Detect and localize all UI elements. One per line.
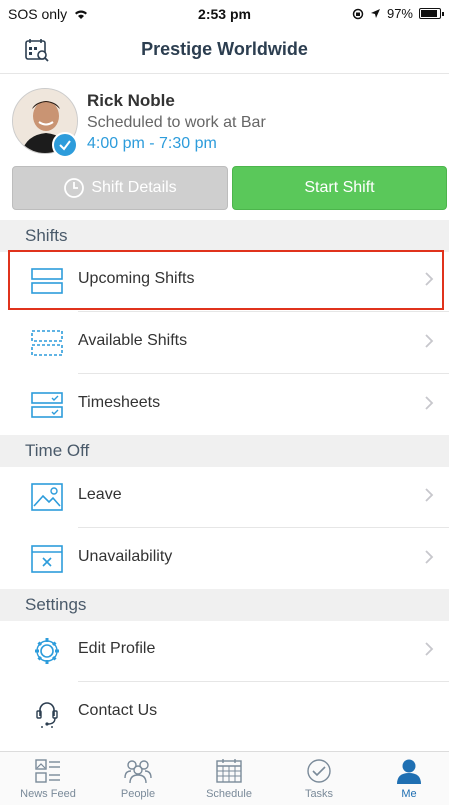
menu-item-leave[interactable]: Leave [0,466,449,528]
timesheets-icon [31,392,63,418]
tab-people[interactable]: People [93,758,183,800]
support-headset-icon [36,702,58,728]
section-title-settings: Settings [25,595,87,614]
tab-bar: News Feed People Schedule Tasks Me [0,751,449,805]
tab-label: Schedule [206,788,252,800]
location-icon [370,9,380,18]
app-header: Prestige Worldwide [0,30,449,74]
chevron-right-icon [425,488,434,502]
section-header-settings: Settings [0,589,449,621]
verified-badge-icon [52,132,78,158]
tab-schedule[interactable]: Schedule [184,758,274,800]
shift-details-label: Shift Details [91,179,177,196]
battery-icon [419,8,444,19]
people-icon [124,760,152,784]
menu-item-timesheets[interactable]: Timesheets [0,374,449,436]
menu-item-unavailability[interactable]: Unavailability [0,528,449,590]
chevron-right-icon [425,550,434,564]
section-header-time-off: Time Off [0,435,449,467]
tab-me[interactable]: Me [364,758,449,800]
menu-item-available-shifts[interactable]: Available Shifts [0,312,449,374]
menu-item-contact-us[interactable]: Contact Us [0,682,449,744]
section-header-shifts: Shifts [0,220,449,252]
tab-news-feed[interactable]: News Feed [3,758,93,800]
menu-item-label: Timesheets [78,394,161,411]
battery-percent: 97% [386,6,413,21]
chevron-right-icon [425,396,434,410]
available-shifts-icon [31,330,63,356]
menu-item-label: Leave [78,486,122,503]
start-shift-button[interactable]: Start Shift [232,166,447,210]
status-bar: SOS only 2:53 pm 97% [0,0,449,30]
section-title-shifts: Shifts [25,226,68,245]
tab-tasks[interactable]: Tasks [274,758,364,800]
shift-details-button[interactable]: Shift Details [12,166,228,210]
tab-label: News Feed [20,788,76,800]
profile-name: Rick Noble [87,91,175,110]
user-icon [397,759,421,784]
leave-icon [31,483,63,511]
tab-label: Tasks [304,788,334,800]
clock-icon [64,178,85,198]
profile-card[interactable]: Rick Noble Scheduled to work at Bar 4:00… [0,88,449,160]
shift-time: 4:00 pm - 7:30 pm [87,135,217,152]
unavailability-icon [31,545,63,573]
rotation-lock-icon [352,8,364,19]
menu-item-label: Available Shifts [78,332,188,349]
gear-icon [35,638,59,664]
menu-item-label: Edit Profile [78,640,156,657]
tab-label: People [120,788,156,800]
tab-label: Me [401,788,417,800]
start-shift-label: Start Shift [304,179,375,196]
page-title: Prestige Worldwide [141,39,308,59]
section-title-time-off: Time Off [25,441,90,460]
news-feed-icon [35,759,60,783]
chevron-right-icon [425,334,434,348]
menu-item-label: Contact Us [78,702,158,719]
schedule-icon [216,759,242,783]
chevron-right-icon [425,642,434,656]
tasks-check-icon [307,759,331,783]
menu-item-edit-profile[interactable]: Edit Profile [0,620,449,682]
selection-highlight [8,250,444,310]
menu-item-label: Unavailability [78,548,173,565]
profile-subtitle: Scheduled to work at Bar [87,114,266,131]
